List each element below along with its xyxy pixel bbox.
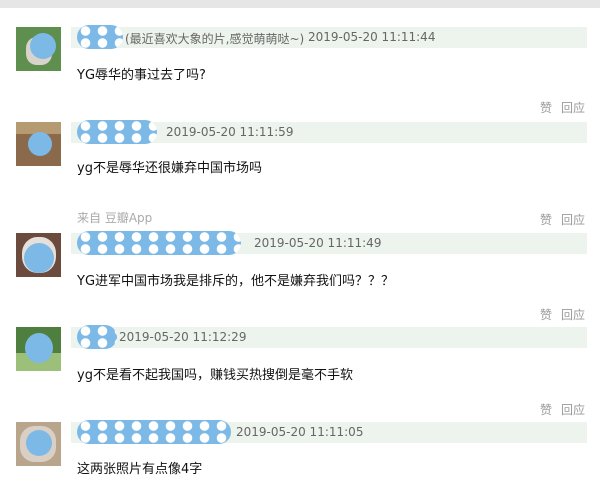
comment-meta: 2019-05-20 11:11:05 [71,420,587,444]
comment-timestamp: 2019-05-20 11:11:59 [166,125,294,139]
reply-button[interactable]: 回应 [561,213,585,227]
like-button[interactable]: 赞 [540,308,552,322]
avatar[interactable] [16,27,61,71]
reply-button[interactable]: 回应 [561,403,585,417]
username-note: (最近喜欢大象的片,感觉萌萌哒~) [125,32,305,46]
comment-actions: 赞回应 [531,401,585,418]
comment-text: YG辱华的事过去了吗? [77,68,206,83]
comment-timestamp: 2019-05-20 11:11:05 [236,425,364,439]
comment-actions: 赞回应 [531,306,585,323]
comment-meta: 2019-05-20 11:11:49 [71,231,587,255]
reply-button[interactable]: 回应 [561,101,585,115]
comment-source: 来自 豆瓣App [77,211,153,225]
like-button[interactable]: 赞 [540,403,552,417]
username-redacted[interactable] [77,420,231,444]
comment-meta: (最近喜欢大象的片,感觉萌萌哒~) 2019-05-20 11:11:44 [71,25,587,49]
username-redacted[interactable] [77,325,117,349]
comment-meta: 2019-05-20 11:11:59 [71,120,587,144]
comment-text: yg不是看不起我国吗，赚钱买热搜倒是毫不手软 [77,368,353,383]
like-button[interactable]: 赞 [540,213,552,227]
comment-text: YG进军中国市场我是排斥的，他不是嫌弃我们吗？？？ [77,274,395,289]
comment-actions: 赞回应 [531,211,585,228]
top-bar [0,0,600,8]
comment-text: yg不是辱华还很嫌弃中国市场吗 [77,161,262,176]
avatar[interactable] [16,233,61,277]
like-button[interactable]: 赞 [540,101,552,115]
username-redacted[interactable] [77,231,241,255]
avatar[interactable] [16,122,61,166]
comment-actions: 赞回应 [531,99,585,116]
comment-text: 这两张照片有点像4字 [77,462,203,477]
comment-timestamp: 2019-05-20 11:12:29 [119,330,247,344]
comment-timestamp: 2019-05-20 11:11:44 [308,30,436,44]
reply-button[interactable]: 回应 [561,308,585,322]
avatar[interactable] [16,422,61,466]
comment-meta: 2019-05-20 11:12:29 [71,325,587,349]
comment-timestamp: 2019-05-20 11:11:49 [254,236,382,250]
username-redacted[interactable] [77,25,123,49]
avatar[interactable] [16,327,61,371]
username-redacted[interactable] [77,120,157,144]
